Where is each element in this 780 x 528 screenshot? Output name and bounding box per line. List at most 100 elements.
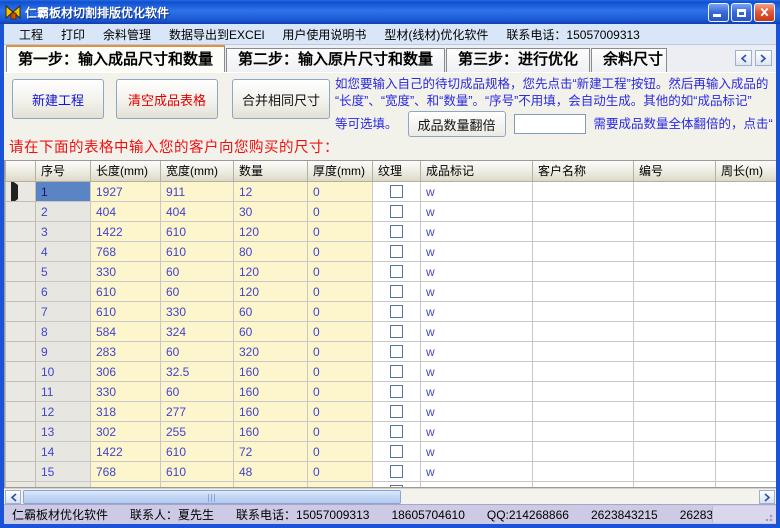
cell-customer-name[interactable]	[533, 302, 634, 322]
cell-product-mark[interactable]: w	[421, 322, 533, 342]
column-header-9[interactable]: 周长(m)	[716, 161, 777, 182]
row-indicator-cell[interactable]	[6, 182, 36, 202]
cell-length[interactable]: 1927	[91, 182, 161, 202]
cell-length[interactable]: 1422	[91, 442, 161, 462]
cell-product-mark[interactable]: w	[421, 362, 533, 382]
cell-length[interactable]: 330	[91, 382, 161, 402]
scroll-right-button[interactable]	[759, 490, 775, 504]
menu-item-0[interactable]: 工程	[10, 24, 52, 45]
cell-seq[interactable]: 9	[36, 342, 91, 362]
cell-code[interactable]	[634, 342, 716, 362]
cell-thickness[interactable]: 0	[308, 262, 373, 282]
row-indicator-cell[interactable]	[6, 342, 36, 362]
tab-step-1[interactable]: 第一步：输入成品尺寸和数量	[6, 45, 225, 72]
double-quantity-input[interactable]	[514, 114, 586, 134]
cell-width[interactable]: 60	[161, 282, 234, 302]
column-header-1[interactable]: 长度(mm)	[91, 161, 161, 182]
texture-checkbox[interactable]	[390, 245, 403, 258]
row-indicator-cell[interactable]	[6, 242, 36, 262]
cell-product-mark[interactable]: w	[421, 202, 533, 222]
cell-quantity[interactable]: 120	[234, 282, 308, 302]
cell-width[interactable]: 60	[161, 382, 234, 402]
cell-code[interactable]	[634, 362, 716, 382]
cell-perimeter[interactable]	[716, 342, 777, 362]
texture-checkbox[interactable]	[390, 465, 403, 478]
cell-texture[interactable]	[373, 402, 421, 422]
cell-width[interactable]: 255	[161, 422, 234, 442]
column-header-7[interactable]: 客户名称	[533, 161, 634, 182]
cell-seq[interactable]: 1	[36, 182, 91, 202]
scrollbar-thumb[interactable]	[23, 490, 401, 504]
menu-item-2[interactable]: 余料管理	[94, 24, 160, 45]
cell-customer-name[interactable]	[533, 342, 634, 362]
cell-customer-name[interactable]	[533, 222, 634, 242]
cell-width[interactable]: 404	[161, 202, 234, 222]
cell-thickness[interactable]: 0	[308, 242, 373, 262]
cell-code[interactable]	[634, 322, 716, 342]
cell-thickness[interactable]: 0	[308, 322, 373, 342]
clear-table-button[interactable]: 清空成品表格	[116, 79, 218, 119]
cell-customer-name[interactable]	[533, 322, 634, 342]
cell-perimeter[interactable]	[716, 442, 777, 462]
cell-thickness[interactable]: 0	[308, 202, 373, 222]
cell-width[interactable]: 330	[161, 302, 234, 322]
cell-code[interactable]	[634, 242, 716, 262]
cell-texture[interactable]	[373, 322, 421, 342]
maximize-button[interactable]	[731, 3, 752, 22]
cell-perimeter[interactable]	[716, 322, 777, 342]
cell-thickness[interactable]: 0	[308, 382, 373, 402]
cell-seq[interactable]: 4	[36, 242, 91, 262]
cell-perimeter[interactable]	[716, 362, 777, 382]
texture-checkbox[interactable]	[390, 225, 403, 238]
cell-width[interactable]: 60	[161, 342, 234, 362]
cell-texture[interactable]	[373, 242, 421, 262]
cell-customer-name[interactable]	[533, 262, 634, 282]
app-logo-icon[interactable]	[5, 4, 21, 20]
cell-thickness[interactable]: 0	[308, 302, 373, 322]
menu-item-4[interactable]: 用户使用说明书	[273, 24, 375, 45]
cell-seq[interactable]: 3	[36, 222, 91, 242]
resize-grip-icon[interactable]	[765, 512, 774, 521]
cell-code[interactable]	[634, 462, 716, 482]
cell-code[interactable]	[634, 402, 716, 422]
cell-code[interactable]	[634, 302, 716, 322]
column-header-4[interactable]: 厚度(mm)	[308, 161, 373, 182]
cell-perimeter[interactable]	[716, 402, 777, 422]
cell-width[interactable]: 32.5	[161, 362, 234, 382]
tab-scroll-right-button[interactable]	[755, 50, 772, 66]
cell-code[interactable]	[634, 222, 716, 242]
cell-perimeter[interactable]	[716, 422, 777, 442]
cell-thickness[interactable]: 0	[308, 182, 373, 202]
cell-quantity[interactable]: 60	[234, 302, 308, 322]
cell-seq[interactable]: 7	[36, 302, 91, 322]
texture-checkbox[interactable]	[390, 265, 403, 278]
cell-texture[interactable]	[373, 362, 421, 382]
cell-customer-name[interactable]	[533, 182, 634, 202]
cell-texture[interactable]	[373, 182, 421, 202]
cell-length[interactable]: 306	[91, 362, 161, 382]
cell-product-mark[interactable]: w	[421, 282, 533, 302]
cell-seq[interactable]: 12	[36, 402, 91, 422]
row-indicator-cell[interactable]	[6, 222, 36, 242]
texture-checkbox[interactable]	[390, 345, 403, 358]
close-button[interactable]	[754, 3, 775, 22]
cell-width[interactable]: 610	[161, 462, 234, 482]
cell-thickness[interactable]: 0	[308, 342, 373, 362]
cell-width[interactable]: 277	[161, 402, 234, 422]
cell-quantity[interactable]: 60	[234, 322, 308, 342]
menu-item-3[interactable]: 数据导出到EXCEl	[160, 24, 273, 45]
texture-checkbox[interactable]	[390, 385, 403, 398]
cell-thickness[interactable]: 0	[308, 422, 373, 442]
cell-perimeter[interactable]	[716, 222, 777, 242]
cell-texture[interactable]	[373, 282, 421, 302]
cell-product-mark[interactable]: w	[421, 262, 533, 282]
cell-customer-name[interactable]	[533, 442, 634, 462]
menu-item-5[interactable]: 型材(线材)优化软件	[375, 24, 497, 45]
cell-customer-name[interactable]	[533, 422, 634, 442]
cell-quantity[interactable]: 120	[234, 222, 308, 242]
row-indicator-cell[interactable]	[6, 282, 36, 302]
cell-code[interactable]	[634, 422, 716, 442]
cell-quantity[interactable]: 30	[234, 202, 308, 222]
texture-checkbox[interactable]	[390, 405, 403, 418]
texture-checkbox[interactable]	[390, 205, 403, 218]
